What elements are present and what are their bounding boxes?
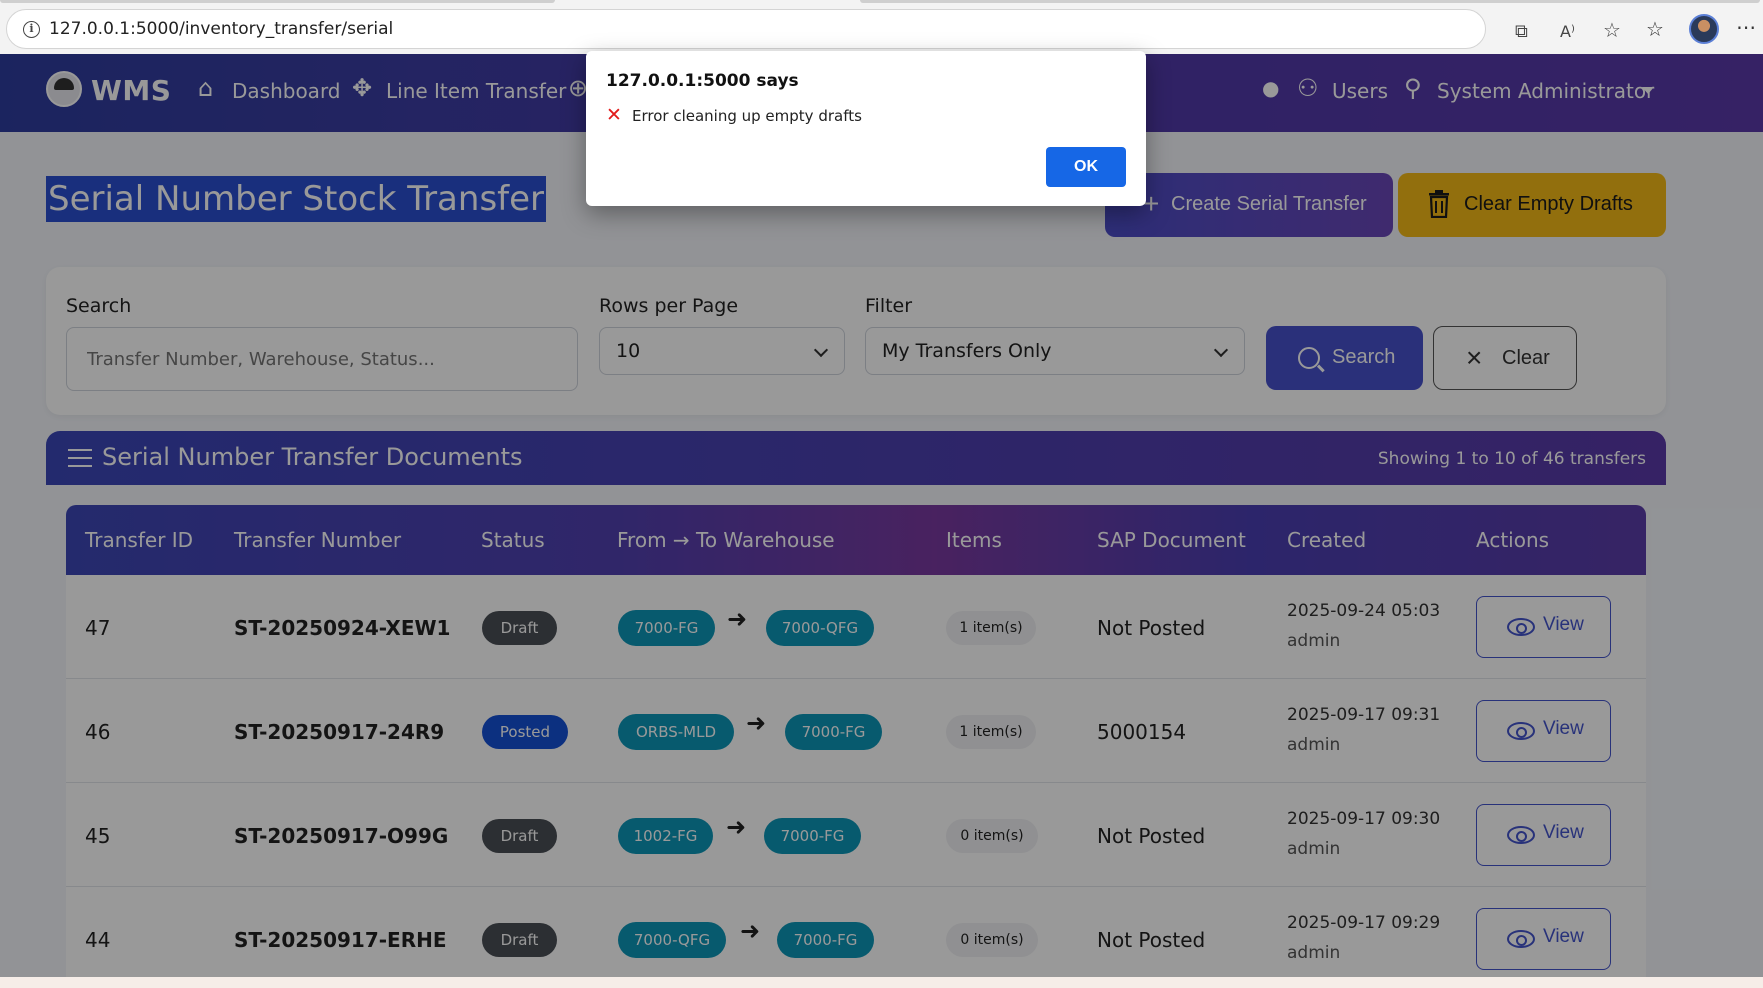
favorites-list-icon[interactable]: ☆ <box>1646 18 1664 40</box>
tab-edge <box>860 0 1760 3</box>
cross-mark-icon: ✕ <box>606 104 622 126</box>
more-menu-icon[interactable]: ⋯ <box>1736 16 1756 38</box>
browser-toolbar: i 127.0.0.1:5000/inventory_transfer/seri… <box>0 0 1763 54</box>
dialog-message: Error cleaning up empty drafts <box>632 107 862 125</box>
site-info-icon[interactable]: i <box>23 21 40 38</box>
favorite-star-icon[interactable]: ☆ <box>1603 20 1621 40</box>
profile-avatar[interactable] <box>1689 14 1719 44</box>
dialog-title: 127.0.0.1:5000 says <box>606 71 799 91</box>
address-bar[interactable]: i 127.0.0.1:5000/inventory_transfer/seri… <box>6 9 1621 49</box>
url-text[interactable]: 127.0.0.1:5000/inventory_transfer/serial <box>49 19 393 39</box>
ok-button[interactable]: OK <box>1046 147 1126 187</box>
read-aloud-icon[interactable]: A⁾ <box>1560 23 1575 41</box>
bottom-edge <box>0 977 1763 988</box>
tab-edge <box>0 0 555 3</box>
open-in-app-icon[interactable]: ⧉ <box>1515 23 1528 41</box>
alert-dialog: 127.0.0.1:5000 says ✕ Error cleaning up … <box>586 51 1146 206</box>
